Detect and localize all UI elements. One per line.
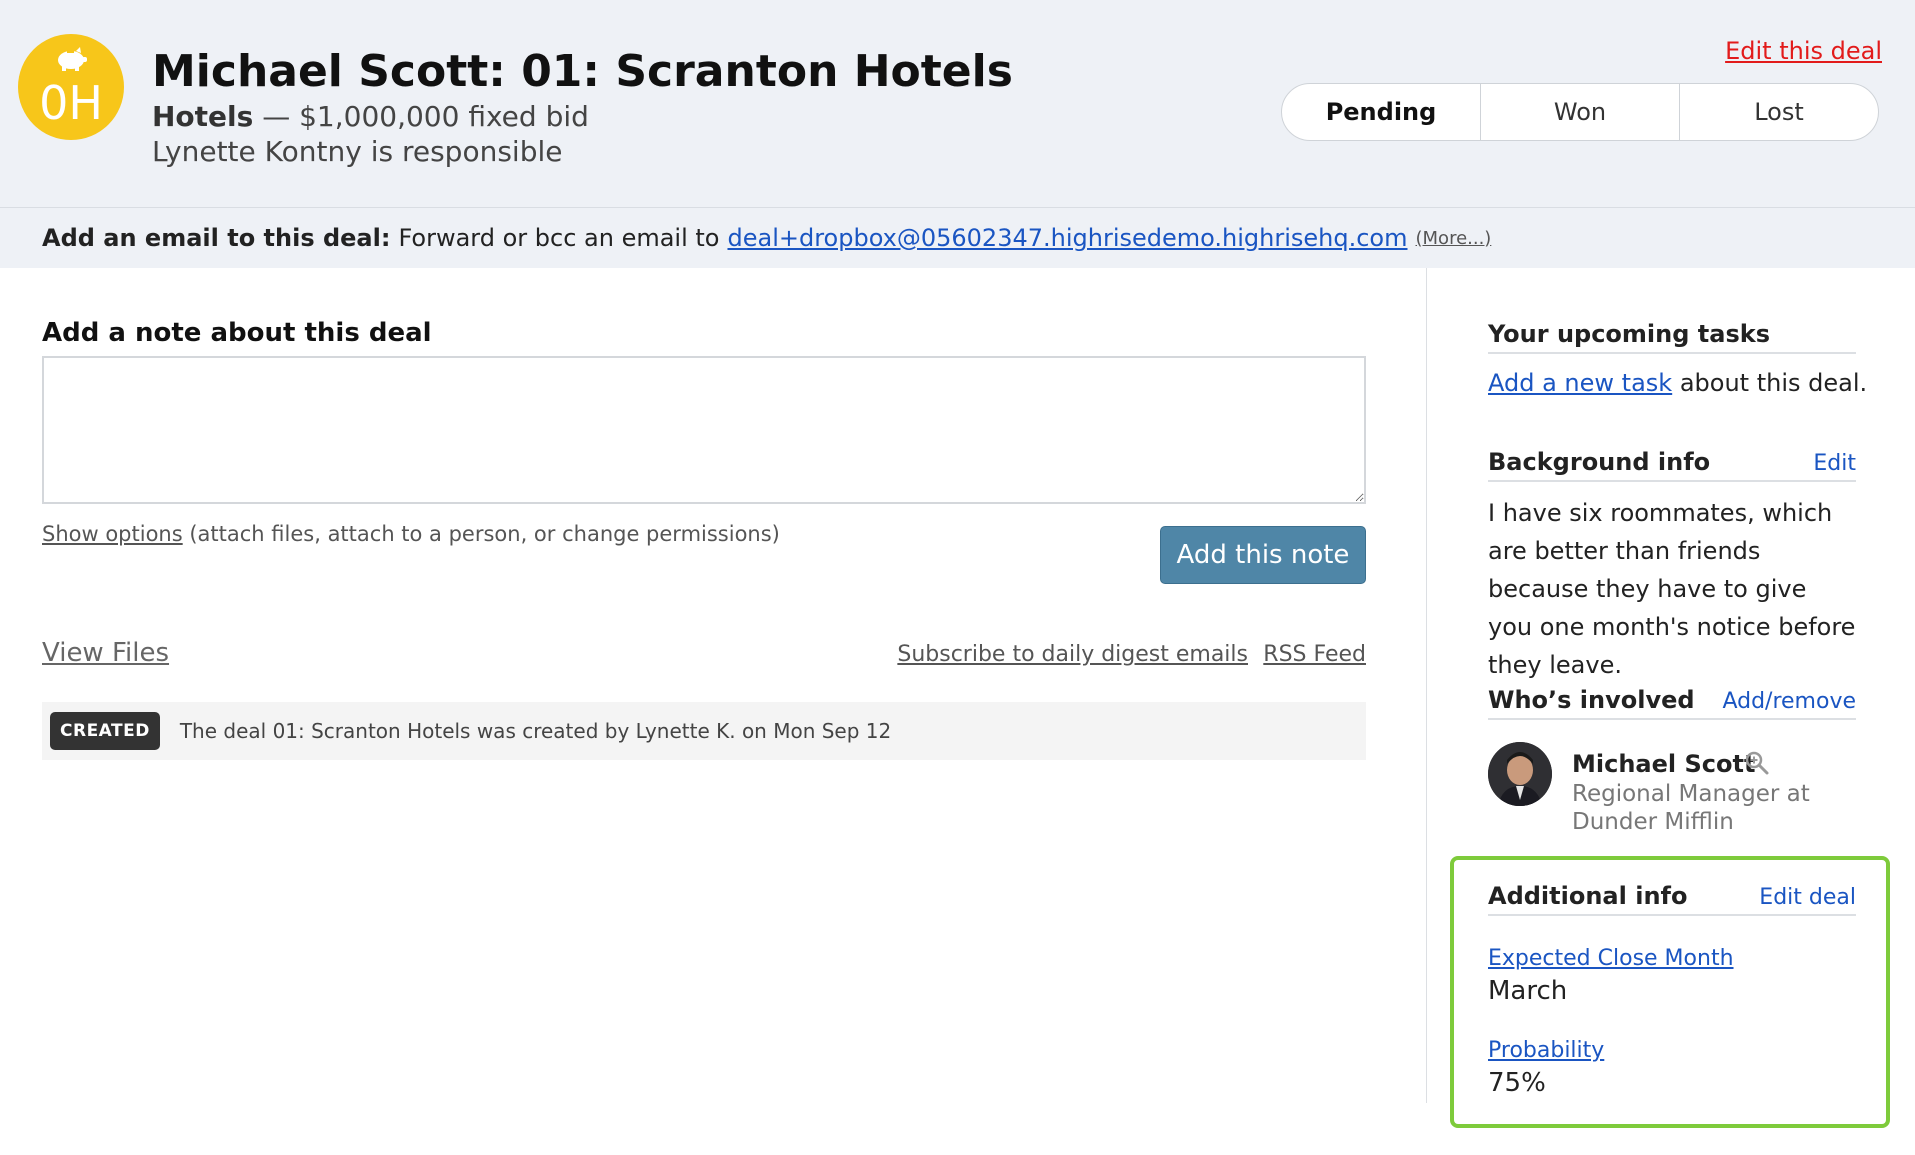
deal-status-toggle: Pending Won Lost: [1281, 83, 1879, 141]
deal-responsible: Lynette Kontny is responsible: [152, 135, 563, 168]
background-title: Background info: [1488, 448, 1711, 476]
deal-avatar-badge: 0H: [18, 34, 124, 140]
email-bar-label: Add an email to this deal:: [42, 224, 391, 252]
tasks-suffix: about this deal.: [1672, 369, 1868, 397]
deal-subline: Hotels — $1,000,000 fixed bid: [152, 100, 589, 134]
edit-background-link[interactable]: Edit: [1813, 451, 1856, 476]
status-won-button[interactable]: Won: [1481, 84, 1680, 140]
person-photo: [1488, 742, 1552, 806]
tasks-title: Your upcoming tasks: [1488, 320, 1770, 348]
edit-deal-link[interactable]: Edit this deal: [1725, 36, 1882, 66]
tasks-line: Add a new task about this deal.: [1488, 369, 1867, 397]
status-pending-button[interactable]: Pending: [1282, 84, 1481, 140]
note-heading: Add a note about this deal: [42, 318, 432, 348]
additional-info-highlight: [1450, 856, 1890, 1128]
add-remove-people-link[interactable]: Add/remove: [1722, 689, 1856, 714]
piggy-bank-icon: [58, 47, 87, 71]
add-note-button[interactable]: Add this note: [1160, 526, 1366, 584]
created-badge: CREATED: [50, 712, 160, 750]
deal-category: Hotels: [152, 100, 254, 133]
person-name-link[interactable]: Michael Scott: [1572, 750, 1755, 778]
involved-title: Who’s involved: [1488, 686, 1695, 714]
deal-header: 0H Michael Scott: 01: Scranton Hotels Ho…: [0, 0, 1915, 208]
note-textarea[interactable]: [42, 356, 1366, 504]
deal-initials: 0H: [39, 76, 103, 130]
background-section-header: Background info Edit: [1488, 448, 1856, 482]
subscribe-digest-link[interactable]: Subscribe to daily digest emails: [897, 642, 1248, 667]
email-dropbox-bar: Add an email to this deal: Forward or bc…: [0, 208, 1915, 268]
background-text: I have six roommates, which are better t…: [1488, 499, 1856, 679]
note-options-line: Show options (attach files, attach to a …: [42, 522, 780, 546]
status-lost-button[interactable]: Lost: [1680, 84, 1878, 140]
email-bar-text: Forward or bcc an email to: [398, 224, 720, 252]
view-files-link[interactable]: View Files: [42, 638, 169, 668]
deal-title: Michael Scott: 01: Scranton Hotels: [152, 46, 1013, 97]
show-options-hint: (attach files, attach to a person, or ch…: [182, 522, 780, 546]
zoom-in-icon[interactable]: [1744, 750, 1770, 776]
activity-item: CREATED The deal 01: Scranton Hotels was…: [42, 702, 1366, 760]
dropbox-email-link[interactable]: deal+dropbox@05602347.highrisedemo.highr…: [727, 224, 1407, 252]
add-task-link[interactable]: Add a new task: [1488, 369, 1672, 397]
deal-value: — $1,000,000 fixed bid: [253, 100, 589, 133]
activity-text: The deal 01: Scranton Hotels was created…: [179, 719, 892, 743]
rss-feed-link[interactable]: RSS Feed: [1263, 642, 1366, 667]
involved-section-header: Who’s involved Add/remove: [1488, 686, 1856, 720]
column-divider: [1426, 268, 1427, 1103]
person-avatar[interactable]: [1488, 742, 1552, 806]
show-options-link[interactable]: Show options: [42, 522, 183, 546]
tasks-section-header: Your upcoming tasks: [1488, 320, 1856, 354]
more-info-link[interactable]: (More...): [1416, 228, 1492, 249]
person-job-title: Regional Manager at Dunder Mifflin: [1572, 781, 1810, 835]
